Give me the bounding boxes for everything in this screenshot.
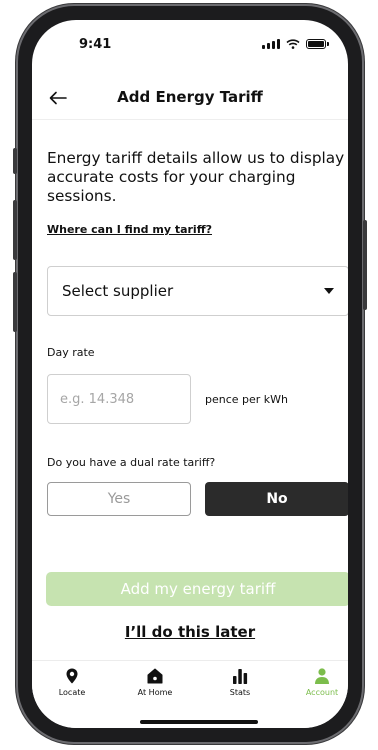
do-later-link[interactable]: I’ll do this later bbox=[32, 623, 348, 641]
status-bar: 9:41 bbox=[32, 20, 348, 70]
supplier-select-placeholder: Select supplier bbox=[62, 282, 174, 300]
tab-label-at-home: At Home bbox=[137, 688, 173, 697]
home-icon bbox=[147, 668, 163, 684]
dual-rate-question: Do you have a dual rate tariff? bbox=[47, 456, 216, 469]
status-icons bbox=[262, 39, 329, 49]
day-rate-unit: pence per kWh bbox=[205, 393, 289, 406]
page-header: Add Energy Tariff bbox=[32, 78, 348, 120]
tab-at-home[interactable]: At Home bbox=[125, 667, 185, 697]
dual-rate-yes-button[interactable]: Yes bbox=[47, 482, 191, 516]
intro-text: Energy tariff details allow us to displa… bbox=[47, 149, 345, 205]
power-button bbox=[363, 220, 367, 310]
cellular-signal-icon bbox=[262, 39, 280, 49]
tab-label-stats: Stats bbox=[229, 688, 251, 697]
tab-stats[interactable]: Stats bbox=[210, 667, 270, 697]
status-time: 9:41 bbox=[79, 37, 112, 52]
mute-switch bbox=[13, 148, 17, 174]
tab-label-account: Account bbox=[305, 688, 339, 697]
dual-rate-no-button[interactable]: No bbox=[205, 482, 348, 516]
supplier-select[interactable]: Select supplier bbox=[47, 266, 348, 316]
volume-up-button bbox=[13, 200, 17, 260]
add-tariff-button[interactable]: Add my energy tariff bbox=[46, 572, 348, 606]
page-title: Add Energy Tariff bbox=[117, 88, 263, 106]
tab-locate[interactable]: Locate bbox=[42, 667, 102, 697]
location-pin-icon bbox=[66, 668, 78, 684]
battery-icon bbox=[306, 39, 329, 49]
find-tariff-link[interactable]: Where can I find my tariff? bbox=[47, 223, 212, 236]
app-screen: 9:41 Add Energy Tariff Energy tariff det… bbox=[32, 20, 348, 728]
chevron-down-icon bbox=[324, 288, 334, 294]
wifi-icon bbox=[286, 39, 300, 49]
tab-bar: Locate At Home Stats Account bbox=[32, 660, 348, 728]
tab-account[interactable]: Account bbox=[292, 667, 348, 697]
day-rate-input[interactable] bbox=[47, 374, 191, 424]
home-indicator bbox=[140, 720, 258, 724]
person-icon bbox=[315, 668, 329, 684]
bar-chart-icon bbox=[233, 669, 248, 684]
volume-down-button bbox=[13, 272, 17, 332]
day-rate-label: Day rate bbox=[47, 346, 95, 359]
tab-label-locate: Locate bbox=[58, 688, 86, 697]
